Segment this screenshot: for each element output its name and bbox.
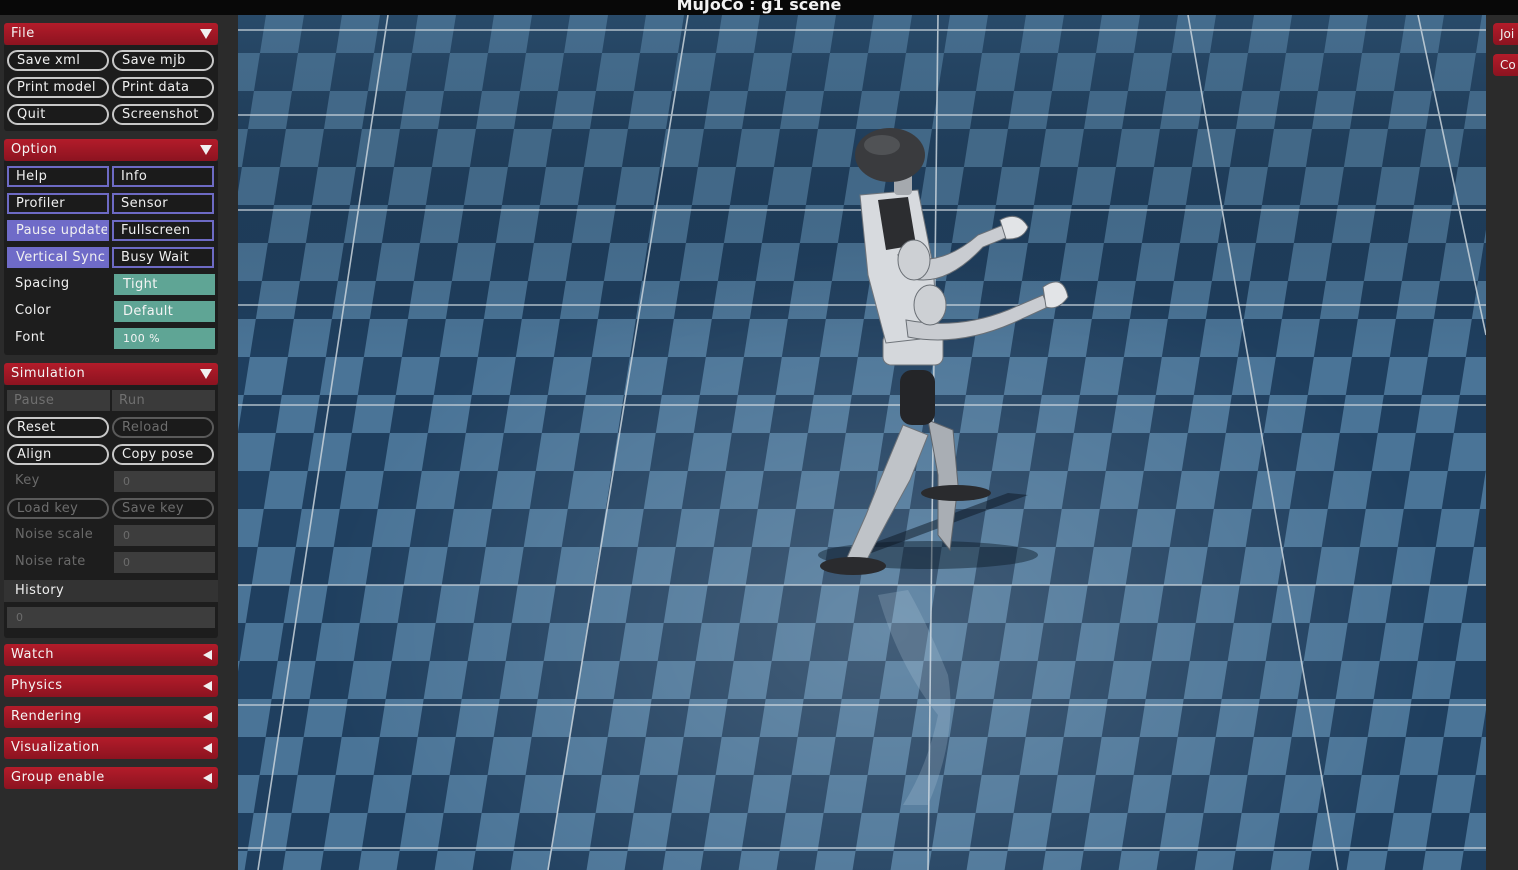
history-header: History bbox=[4, 580, 218, 602]
expand-down-icon bbox=[200, 145, 212, 155]
collapse-left-icon bbox=[203, 712, 212, 722]
spacing-select[interactable]: Tight bbox=[114, 274, 215, 295]
right-ui-panel: Joi Co bbox=[1486, 15, 1518, 870]
quit-button[interactable]: Quit bbox=[7, 104, 109, 125]
checker-floor bbox=[238, 15, 1486, 870]
noise-scale-label: Noise scale bbox=[15, 527, 94, 542]
window-title: MuJoCo : g1 scene bbox=[676, 0, 842, 14]
screenshot-button[interactable]: Screenshot bbox=[112, 104, 214, 125]
simulation-section-label: Simulation bbox=[11, 366, 86, 381]
option-section-header[interactable]: Option bbox=[4, 139, 218, 161]
pause-radio[interactable]: Pause bbox=[7, 390, 110, 411]
reload-button[interactable]: Reload bbox=[112, 417, 214, 438]
busy-wait-toggle[interactable]: Busy Wait bbox=[112, 247, 214, 268]
save-key-button[interactable]: Save key bbox=[112, 498, 214, 519]
simulation-section-header[interactable]: Simulation bbox=[4, 363, 218, 385]
group-enable-section-label: Group enable bbox=[11, 770, 105, 785]
visualization-section-label: Visualization bbox=[11, 740, 100, 755]
print-model-button[interactable]: Print model bbox=[7, 77, 109, 98]
rendering-section-header[interactable]: Rendering bbox=[4, 706, 218, 728]
group-enable-section-header[interactable]: Group enable bbox=[4, 767, 218, 789]
sensor-toggle[interactable]: Sensor bbox=[112, 193, 214, 214]
color-select[interactable]: Default bbox=[114, 301, 215, 322]
visualization-section-header[interactable]: Visualization bbox=[4, 737, 218, 759]
physics-section-label: Physics bbox=[11, 678, 63, 693]
collapse-left-icon bbox=[203, 743, 212, 753]
noise-rate-slider[interactable]: 0 bbox=[114, 552, 215, 573]
collapse-left-icon bbox=[203, 650, 212, 660]
vertical-sync-toggle[interactable]: Vertical Sync bbox=[7, 247, 109, 268]
history-label: History bbox=[15, 583, 65, 598]
rendering-section-label: Rendering bbox=[11, 709, 82, 724]
watch-section-header[interactable]: Watch bbox=[4, 644, 218, 666]
align-button[interactable]: Align bbox=[7, 444, 109, 465]
file-section-label: File bbox=[11, 26, 35, 41]
simulation-section-body: Pause Run Reset Reload Align Copy pose K… bbox=[4, 385, 218, 638]
physics-section-header[interactable]: Physics bbox=[4, 675, 218, 697]
print-data-button[interactable]: Print data bbox=[112, 77, 214, 98]
option-section-body: Help Info Profiler Sensor Pause update F… bbox=[4, 161, 218, 355]
info-toggle[interactable]: Info bbox=[112, 166, 214, 187]
control-section-tab[interactable]: Co bbox=[1493, 54, 1518, 76]
run-radio[interactable]: Run bbox=[112, 390, 215, 411]
profiler-toggle[interactable]: Profiler bbox=[7, 193, 109, 214]
pause-update-toggle[interactable]: Pause update bbox=[7, 220, 109, 241]
save-mjb-button[interactable]: Save mjb bbox=[112, 50, 214, 71]
font-label: Font bbox=[15, 330, 45, 345]
reset-button[interactable]: Reset bbox=[7, 417, 109, 438]
key-slider[interactable]: 0 bbox=[114, 471, 215, 492]
noise-scale-slider[interactable]: 0 bbox=[114, 525, 215, 546]
fullscreen-toggle[interactable]: Fullscreen bbox=[112, 220, 214, 241]
help-toggle[interactable]: Help bbox=[7, 166, 109, 187]
collapse-left-icon bbox=[203, 681, 212, 691]
spacing-label: Spacing bbox=[15, 276, 70, 291]
left-ui-panel: File Save xml Save mjb Print model Print… bbox=[0, 15, 238, 870]
3d-viewport[interactable] bbox=[238, 15, 1486, 870]
color-label: Color bbox=[15, 303, 51, 318]
key-label: Key bbox=[15, 473, 40, 488]
watch-section-label: Watch bbox=[11, 647, 54, 662]
copy-pose-button[interactable]: Copy pose bbox=[112, 444, 214, 465]
file-section-body: Save xml Save mjb Print model Print data… bbox=[4, 45, 218, 131]
load-key-button[interactable]: Load key bbox=[7, 498, 109, 519]
title-bar: MuJoCo : g1 scene bbox=[0, 0, 1518, 15]
file-section-header[interactable]: File bbox=[4, 23, 218, 45]
collapse-left-icon bbox=[203, 773, 212, 783]
save-xml-button[interactable]: Save xml bbox=[7, 50, 109, 71]
option-section-label: Option bbox=[11, 142, 58, 157]
expand-down-icon bbox=[200, 29, 212, 39]
joint-section-tab[interactable]: Joi bbox=[1493, 23, 1518, 45]
history-slider[interactable]: 0 bbox=[7, 607, 215, 628]
expand-down-icon bbox=[200, 369, 212, 379]
font-select[interactable]: 100 % bbox=[114, 328, 215, 349]
noise-rate-label: Noise rate bbox=[15, 554, 86, 569]
